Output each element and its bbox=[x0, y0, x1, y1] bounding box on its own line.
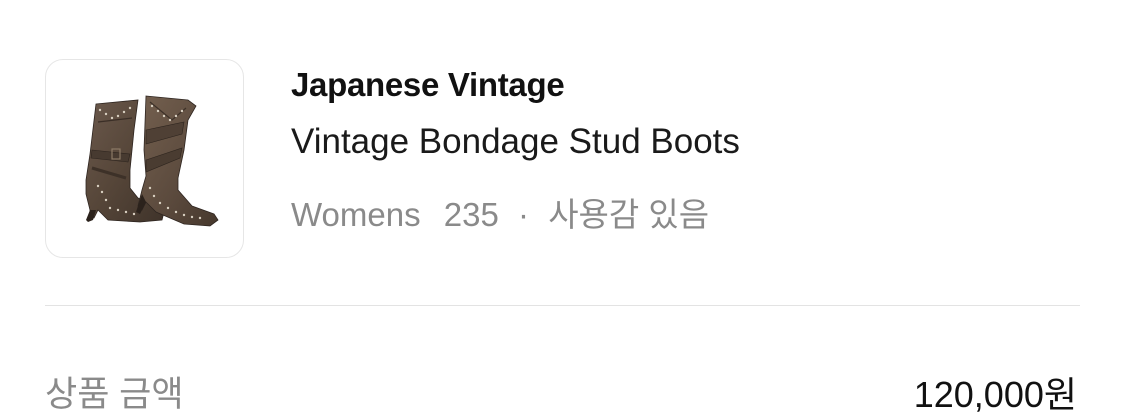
product-card[interactable]: Japanese Vintage Vintage Bondage Stud Bo… bbox=[0, 0, 1125, 300]
size-label: 235 bbox=[443, 196, 499, 233]
section-divider bbox=[45, 305, 1080, 306]
product-name[interactable]: Vintage Bondage Stud Boots bbox=[291, 122, 740, 162]
price-label: 상품 금액 bbox=[45, 375, 184, 414]
price-row: 상품 금액 120,000원 bbox=[45, 362, 1080, 415]
price-value: 120,000원 bbox=[913, 374, 1077, 415]
category-label: Womens bbox=[291, 196, 421, 233]
brand-name[interactable]: Japanese Vintage bbox=[291, 66, 565, 104]
product-meta: Womens 235 · 사용감 있음 bbox=[291, 188, 709, 236]
separator-dot: · bbox=[518, 196, 530, 233]
product-thumbnail[interactable] bbox=[45, 59, 244, 258]
condition-label: 사용감 있음 bbox=[548, 196, 710, 233]
boots-photo-icon bbox=[85, 95, 219, 227]
